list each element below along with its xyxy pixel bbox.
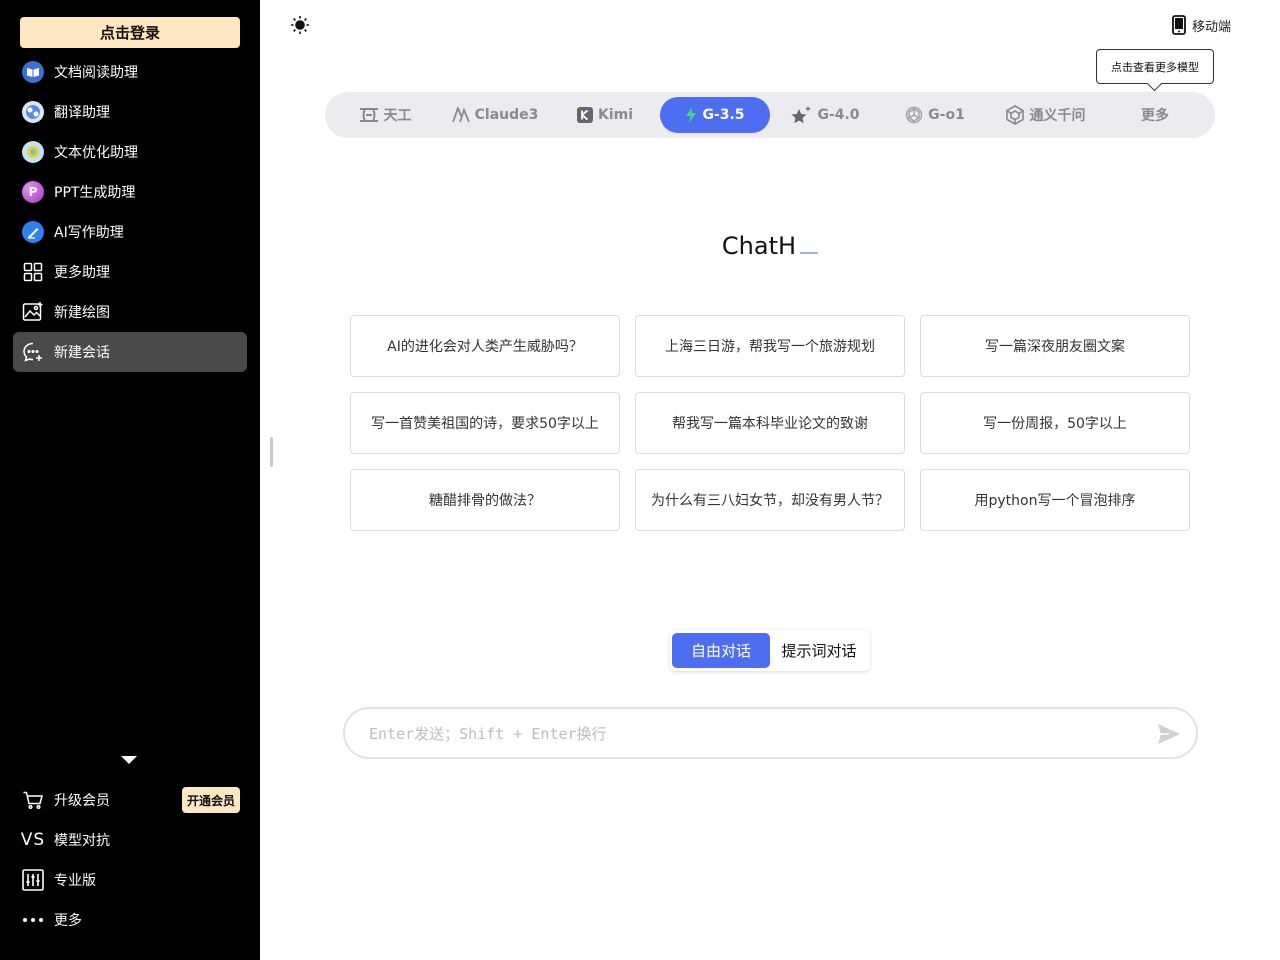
prompt-card[interactable]: 上海三日游，帮我写一个旅游规划 <box>635 315 905 377</box>
sidebar-item-label: 文本优化助理 <box>54 145 138 161</box>
model-tab-more[interactable]: 更多 <box>1100 97 1210 133</box>
sidebar-item-new-drawing[interactable]: 新建绘图 <box>13 292 247 332</box>
sidebar-item-label: 模型对抗 <box>54 833 110 849</box>
prompt-card[interactable]: AI的进化会对人类产生威胁吗？ <box>350 315 620 377</box>
sidebar-item-label: 文档阅读助理 <box>54 65 138 81</box>
sidebar-item-label: 新建绘图 <box>54 305 110 321</box>
prompt-card[interactable]: 写一篇深夜朋友圈文案 <box>920 315 1190 377</box>
book-icon <box>21 60 45 84</box>
sidebar-item-model-battle[interactable]: VS 模型对抗 <box>13 820 247 860</box>
vip-badge[interactable]: 开通会员 <box>182 787 240 813</box>
model-tab-tiangong[interactable]: 天工 <box>330 97 440 133</box>
page-title: ChatH <box>0 232 1280 260</box>
translate-icon <box>21 100 45 124</box>
cart-icon <box>21 788 45 812</box>
model-selector: 天工 Claude3 Kimi G-3.5 G-4.0 G-o1 通义千问 更多 <box>325 92 1215 138</box>
model-tab-go1[interactable]: G-o1 <box>880 97 990 133</box>
collapse-arrow-icon[interactable] <box>121 756 137 764</box>
sidebar-item-doc-reader[interactable]: 文档阅读助理 <box>13 52 247 92</box>
model-tab-tongyi[interactable]: 通义千问 <box>990 97 1100 133</box>
sidebar-resize-handle[interactable] <box>270 437 273 467</box>
sidebar-item-more[interactable]: 更多 <box>13 900 247 940</box>
text-optimize-icon <box>21 140 45 164</box>
sidebar-item-label: 更多 <box>54 913 82 929</box>
model-tab-kimi[interactable]: Kimi <box>550 97 660 133</box>
sidebar-item-new-chat[interactable]: 新建会话 <box>13 332 247 372</box>
sidebar-item-translate[interactable]: 翻译助理 <box>13 92 247 132</box>
mode-prompt-chat-button[interactable]: 提示词对话 <box>770 633 868 668</box>
sidebar-item-label: 新建会话 <box>54 345 110 361</box>
mode-free-chat-button[interactable]: 自由对话 <box>672 633 770 668</box>
claude-icon <box>451 107 470 123</box>
image-icon <box>21 300 45 324</box>
model-tab-g35[interactable]: G-3.5 <box>660 97 770 133</box>
sidebar-item-ppt[interactable]: P PPT生成助理 <box>13 172 247 212</box>
ppt-icon: P <box>21 180 45 204</box>
star-icon <box>790 105 812 125</box>
chat-mode-switch: 自由对话 提示词对话 <box>670 630 870 671</box>
mobile-label: 移动端 <box>1192 19 1232 35</box>
login-button[interactable]: 点击登录 <box>20 17 240 48</box>
typing-cursor <box>800 252 819 254</box>
prompt-card[interactable]: 糖醋排骨的做法？ <box>350 469 620 531</box>
chat-input-container <box>343 707 1198 759</box>
prompt-card[interactable]: 用python写一个冒泡排序 <box>920 469 1190 531</box>
model-tab-claude3[interactable]: Claude3 <box>440 97 550 133</box>
chat-plus-icon <box>21 340 45 364</box>
grid-icon <box>21 260 45 284</box>
sliders-icon <box>21 868 45 892</box>
more-icon <box>21 908 45 932</box>
openai-icon <box>905 106 923 124</box>
sidebar-item-label: 翻译助理 <box>54 105 110 121</box>
prompt-card[interactable]: 写一首赞美祖国的诗，要求50字以上 <box>350 392 620 454</box>
send-icon[interactable] <box>1157 723 1181 745</box>
phone-icon <box>1172 15 1186 35</box>
kimi-icon <box>576 107 593 123</box>
sidebar: 点击登录 文档阅读助理 翻译助理 文本优化助理 P PPT生成助理 AI写作助理 <box>0 0 260 960</box>
sidebar-item-text-optimize[interactable]: 文本优化助理 <box>13 132 247 172</box>
prompt-card[interactable]: 写一份周报，50字以上 <box>920 392 1190 454</box>
sidebar-item-label: 升级会员 <box>54 793 110 809</box>
sidebar-item-label: 更多助理 <box>54 265 110 281</box>
tiangong-icon <box>359 107 379 123</box>
model-tab-g40[interactable]: G-4.0 <box>770 97 880 133</box>
mobile-link[interactable]: 移动端 <box>1172 14 1231 36</box>
tongyi-icon <box>1005 105 1025 125</box>
bolt-icon <box>685 107 697 123</box>
theme-toggle-sun-icon[interactable] <box>289 14 311 36</box>
chat-input[interactable] <box>369 721 1129 747</box>
more-models-tooltip: 点击查看更多模型 <box>1096 49 1214 84</box>
sidebar-item-label: 专业版 <box>54 873 96 889</box>
sidebar-item-pro[interactable]: 专业版 <box>13 860 247 900</box>
sidebar-item-label: PPT生成助理 <box>54 185 136 201</box>
vs-icon: VS <box>20 830 46 850</box>
prompt-card[interactable]: 帮我写一篇本科毕业论文的致谢 <box>635 392 905 454</box>
prompt-card[interactable]: 为什么有三八妇女节，却没有男人节？ <box>635 469 905 531</box>
